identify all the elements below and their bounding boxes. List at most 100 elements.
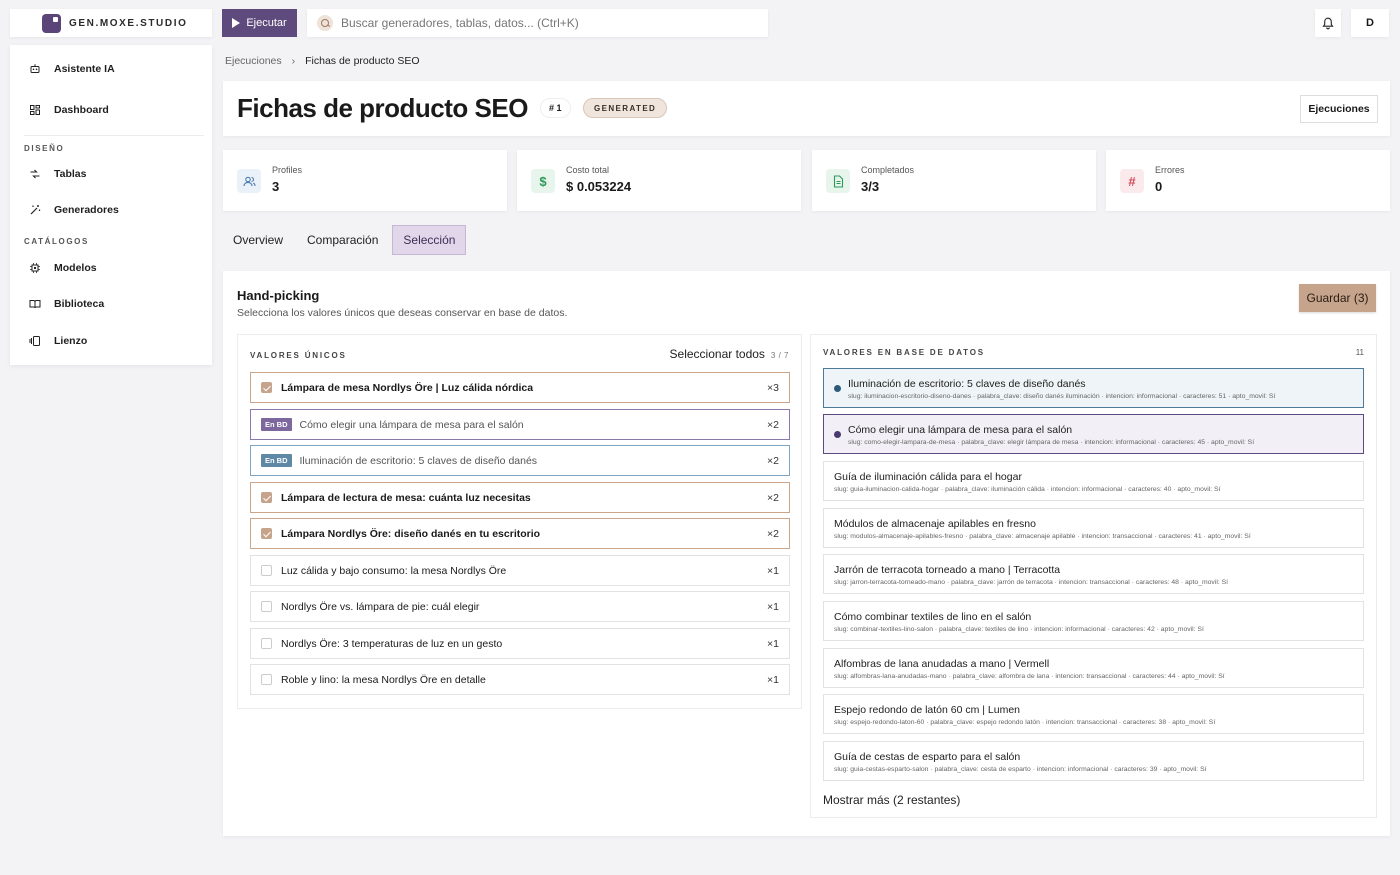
stat-label: Errores	[1155, 165, 1185, 175]
search-icon	[317, 15, 333, 31]
stat-value: 0	[1155, 179, 1163, 194]
db-value-meta: slug: como-elegir-lampara-de-mesa · pala…	[848, 439, 1255, 446]
sidebar-item-library[interactable]: Biblioteca	[24, 290, 204, 318]
db-value-row[interactable]: Guía de iluminación cálida para el hogar…	[823, 461, 1364, 501]
panel-subtitle: Selecciona los valores únicos que deseas…	[237, 307, 568, 319]
checkbox-checked[interactable]	[261, 492, 272, 503]
checkbox[interactable]	[261, 565, 272, 576]
handpicking-panel: Hand-picking Selecciona los valores únic…	[223, 271, 1390, 836]
document-icon	[826, 169, 850, 193]
wand-icon	[24, 199, 46, 221]
sidebar-item-tables[interactable]: Tablas	[24, 160, 204, 188]
breadcrumb-link-runs[interactable]: Ejecuciones	[225, 55, 282, 67]
unique-value-text: Luz cálida y bajo consumo: la mesa Nordl…	[281, 564, 507, 577]
chevron-right-icon: ›	[291, 55, 296, 67]
occurrence-count: ×2	[767, 418, 779, 431]
unique-value-row[interactable]: Nordlys Öre vs. lámpara de pie: cuál ele…	[250, 591, 790, 622]
select-all-label: Seleccionar todos	[669, 347, 765, 361]
stat-value: 3	[272, 179, 280, 194]
sidebar-item-canvas[interactable]: Lienzo	[24, 327, 204, 355]
breadcrumb-current: Fichas de producto SEO	[305, 55, 420, 67]
show-more-button[interactable]: Mostrar más (2 restantes)	[823, 793, 960, 807]
db-value-meta: slug: jarron-terracota-torneado-mano · p…	[834, 579, 1229, 586]
unique-value-row[interactable]: Roble y lino: la mesa Nordlys Öre en det…	[250, 664, 790, 695]
logo-icon	[42, 14, 61, 33]
search-input[interactable]: Buscar generadores, tablas, datos... (Ct…	[307, 9, 768, 37]
stat-label: Completados	[861, 165, 915, 175]
checkbox-checked[interactable]	[261, 382, 272, 393]
unique-value-row[interactable]: Lámpara de lectura de mesa: cuánta luz n…	[250, 482, 790, 513]
notifications-button[interactable]	[1315, 9, 1341, 37]
checkbox-checked[interactable]	[261, 528, 272, 539]
db-value-title: Cómo elegir una lámpara de mesa para el …	[848, 424, 1073, 436]
sidebar-divider	[24, 135, 204, 136]
stat-card-cost: $ Costo total $ 0.053224	[517, 150, 801, 211]
occurrence-count: ×1	[767, 637, 779, 650]
tab-selection[interactable]: Selección	[392, 225, 467, 255]
page-header: Fichas de producto SEO # 1 GENERATED Eje…	[223, 81, 1390, 136]
sidebar-item-label: Asistente IA	[54, 63, 115, 75]
unique-value-text: Lámpara de mesa Nordlys Öre | Luz cálida…	[281, 381, 534, 394]
occurrence-count: ×3	[767, 381, 779, 394]
run-button-label: Ejecutar	[246, 17, 287, 29]
unique-value-row[interactable]: Luz cálida y bajo consumo: la mesa Nordl…	[250, 555, 790, 586]
db-value-row[interactable]: Módulos de almacenaje apilables en fresn…	[823, 508, 1364, 548]
tab-overview[interactable]: Overview	[223, 225, 293, 255]
unique-value-row[interactable]: Lámpara Nordlys Öre: diseño danés en tu …	[250, 518, 790, 549]
sidebar-item-label: Biblioteca	[54, 298, 105, 310]
db-value-meta: slug: espejo-redondo-laton-60 · palabra_…	[834, 719, 1216, 726]
db-value-row[interactable]: Iluminación de escritorio: 5 claves de d…	[823, 368, 1364, 408]
db-value-row[interactable]: Espejo redondo de latón 60 cm | Lumen sl…	[823, 694, 1364, 734]
db-value-row[interactable]: Guía de cestas de esparto para el salón …	[823, 741, 1364, 781]
unique-value-row[interactable]: En BD Cómo elegir una lámpara de mesa pa…	[250, 409, 790, 440]
user-avatar-button[interactable]: D	[1351, 9, 1389, 37]
sidebar-item-generators[interactable]: Generadores	[24, 196, 204, 224]
sidebar-item-label: Dashboard	[54, 104, 109, 116]
page-title: Fichas de producto SEO	[237, 93, 528, 123]
checkbox[interactable]	[261, 601, 272, 612]
db-value-meta: slug: modulos-almacenaje-apilables-fresn…	[834, 533, 1251, 540]
stat-card-completed: Completados 3/3	[812, 150, 1096, 211]
robot-icon	[24, 58, 46, 80]
stat-card-errors: # Errores 0	[1106, 150, 1390, 211]
unique-value-row[interactable]: Lámpara de mesa Nordlys Öre | Luz cálida…	[250, 372, 790, 403]
db-value-title: Cómo combinar textiles de lino en el sal…	[834, 611, 1032, 623]
runs-button[interactable]: Ejecuciones	[1300, 95, 1378, 123]
sidebar: Asistente IA Dashboard DISEÑO Tablas Gen…	[10, 45, 212, 365]
app-logo[interactable]: GEN.MOXE.STUDIO	[10, 9, 212, 37]
unique-value-text: Nordlys Öre: 3 temperaturas de luz en un…	[281, 637, 503, 650]
db-value-row[interactable]: Jarrón de terracota torneado a mano | Te…	[823, 554, 1364, 594]
sidebar-section-design: DISEÑO	[24, 144, 65, 153]
sidebar-item-dashboard[interactable]: Dashboard	[24, 96, 204, 124]
logo-text: GEN.MOXE.STUDIO	[69, 17, 188, 29]
stat-value: $ 0.053224	[566, 179, 632, 194]
occurrence-count: ×2	[767, 491, 779, 504]
run-button[interactable]: Ejecutar	[222, 9, 297, 37]
db-value-meta: slug: guia-iluminacion-calida-hogar · pa…	[834, 486, 1221, 493]
stat-value: 3/3	[861, 179, 880, 194]
sidebar-item-models[interactable]: Modelos	[24, 254, 204, 282]
sidebar-item-label: Generadores	[54, 204, 119, 216]
unique-values-header: VALORES ÚNICOS	[250, 351, 347, 360]
sidebar-item-label: Modelos	[54, 262, 97, 274]
unique-value-text: Cómo elegir una lámpara de mesa para el …	[299, 418, 524, 431]
db-values-column: VALORES EN BASE DE DATOS 11 Iluminación …	[810, 334, 1377, 818]
unique-value-row[interactable]: Nordlys Öre: 3 temperaturas de luz en un…	[250, 628, 790, 659]
save-button[interactable]: Guardar (3)	[1299, 284, 1376, 312]
checkbox[interactable]	[261, 638, 272, 649]
run-id-badge: # 1	[540, 98, 571, 118]
sidebar-item-label: Tablas	[54, 168, 87, 180]
db-value-row[interactable]: Alfombras de lana anudadas a mano | Verm…	[823, 648, 1364, 688]
checkbox[interactable]	[261, 674, 272, 685]
db-value-row[interactable]: Cómo combinar textiles de lino en el sal…	[823, 601, 1364, 641]
unique-values-column: VALORES ÚNICOS Seleccionar todos 3 / 7 L…	[237, 334, 802, 709]
tab-comparison[interactable]: Comparación	[297, 225, 388, 255]
unique-value-row[interactable]: En BD Iluminación de escritorio: 5 clave…	[250, 445, 790, 476]
select-all-button[interactable]: Seleccionar todos 3 / 7	[670, 347, 789, 361]
db-value-meta: slug: iluminacion-escritorio-diseno-dane…	[848, 393, 1276, 400]
tab-bar: Overview Comparación Selección	[223, 225, 467, 257]
sidebar-item-assistant[interactable]: Asistente IA	[24, 55, 204, 83]
in-db-badge: En BD	[261, 454, 292, 467]
db-value-row[interactable]: Cómo elegir una lámpara de mesa para el …	[823, 414, 1364, 454]
db-value-title: Guía de cestas de esparto para el salón	[834, 751, 1021, 763]
